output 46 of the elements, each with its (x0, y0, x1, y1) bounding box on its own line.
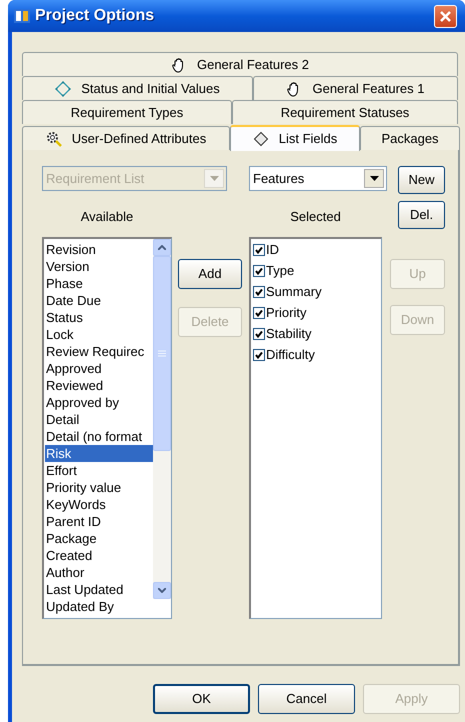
selected-label: Selected (290, 208, 341, 226)
list-item[interactable]: Reviewed (45, 376, 153, 394)
list-item[interactable]: Author (45, 564, 153, 580)
list-item[interactable]: Revision (45, 240, 153, 258)
list-item[interactable]: Detail (45, 410, 153, 428)
tab[interactable]: Status and Initial Values (22, 76, 253, 100)
list-item[interactable]: Lock (45, 326, 153, 342)
list-item[interactable]: Date Due (45, 292, 153, 308)
list-item[interactable]: Parent ID (45, 512, 153, 530)
checkbox-label: ID (266, 241, 279, 260)
list-item[interactable]: Last Updated (45, 580, 153, 598)
tab[interactable]: Packages (360, 126, 460, 150)
list-item[interactable]: Approved (45, 360, 153, 376)
window-title: Project Options (35, 6, 154, 26)
tab[interactable]: General Features 2 (22, 52, 458, 76)
tab[interactable]: Requirement Types (22, 100, 232, 124)
cancel-button[interactable]: Cancel (258, 684, 355, 714)
add-button[interactable]: Add (178, 258, 242, 288)
list-item[interactable]: Approved by (45, 394, 153, 410)
list-item[interactable]: KeyWords (45, 496, 153, 512)
checkbox-label: Summary (266, 283, 322, 302)
list-item[interactable]: Version (45, 258, 153, 274)
list-item[interactable]: Created (45, 546, 153, 564)
list-item[interactable]: Phase (45, 274, 153, 292)
del-button[interactable]: Del. (398, 201, 445, 229)
list-item[interactable]: Status (45, 308, 153, 326)
checkbox-label: Stability (266, 325, 312, 344)
list-name-dropdown[interactable]: Features (249, 166, 387, 191)
list-item[interactable]: Package (45, 530, 153, 546)
list-item[interactable]: Review Requirec (45, 342, 153, 360)
tab[interactable]: Requirement Statuses (232, 100, 458, 124)
ok-button[interactable]: OK (153, 684, 250, 714)
tab[interactable]: List Fields (230, 125, 360, 151)
new-button[interactable]: New (398, 166, 445, 194)
tab[interactable]: General Features 1 (253, 76, 458, 100)
selected-list[interactable]: ID Type Summary Priority Stability Difficulty (249, 236, 382, 618)
list-item[interactable]: Priority value (45, 478, 153, 496)
tab[interactable]: User-Defined Attributes (22, 126, 230, 150)
checkbox-label: Type (266, 262, 294, 280)
list-item[interactable]: Updated By (45, 598, 153, 614)
checkbox-label: Priority (266, 304, 306, 322)
list-item[interactable]: Detail (no format (45, 428, 153, 444)
checkbox-label: Difficulty (266, 346, 315, 364)
list-item[interactable]: Risk (45, 444, 153, 462)
list-item[interactable]: Effort (45, 462, 153, 478)
available-label: Available (80, 208, 134, 226)
